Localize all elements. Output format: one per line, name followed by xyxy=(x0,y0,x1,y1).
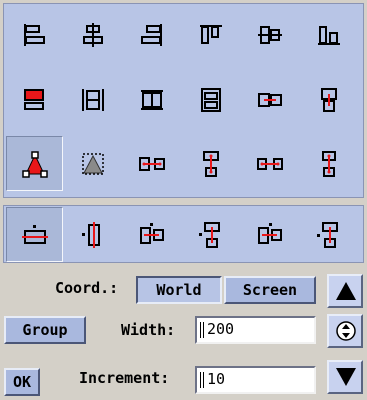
link-horizontal-cell[interactable] xyxy=(242,136,299,191)
align-right-cell[interactable] xyxy=(124,7,181,62)
width-field[interactable]: 200 xyxy=(195,316,316,344)
increment-field[interactable]: 10 xyxy=(195,366,316,394)
increment-up-button[interactable] xyxy=(327,274,363,308)
distribute-box-icon xyxy=(201,88,221,112)
distribute-horizontal-cell[interactable] xyxy=(65,72,122,127)
link-horizontal-red-icon xyxy=(257,158,283,170)
center-vertical-connector-cell[interactable] xyxy=(301,72,358,127)
triangle-selected-cell[interactable] xyxy=(6,136,63,191)
equal-horizontal-spacing-cell[interactable] xyxy=(124,136,181,191)
distribute-vertical-icon xyxy=(141,90,163,110)
triangle-up-icon xyxy=(336,282,356,300)
triangle-red-selected-icon xyxy=(22,151,48,178)
increment-down-button[interactable] xyxy=(327,360,363,394)
offset-box-vertical-icon xyxy=(317,222,338,248)
vertical-center-constraint-cell[interactable] xyxy=(65,207,122,262)
distribute-horizontal-icon xyxy=(82,89,104,111)
offset-box-horizontal-icon xyxy=(258,223,282,244)
align-left-cell[interactable] xyxy=(6,7,63,62)
center-vertical-connector-icon xyxy=(321,88,337,112)
triangle-gray-cell[interactable] xyxy=(65,136,122,191)
align-bottom-cell[interactable] xyxy=(301,7,358,62)
triangle-down-icon xyxy=(336,368,356,386)
link-vertical-cell[interactable] xyxy=(301,136,358,191)
increment-value: 10 xyxy=(207,370,226,388)
align-left-icon xyxy=(24,24,45,46)
alignment-icon-grid xyxy=(3,3,364,198)
world-button[interactable]: World xyxy=(136,276,222,304)
offset-box-horizontal-cell[interactable] xyxy=(242,207,299,262)
align-center-vertical-cell[interactable] xyxy=(242,7,299,62)
constraint-icon-row xyxy=(3,205,364,263)
offset-horizontal-constraint-icon xyxy=(140,223,164,244)
spin-updown-icon xyxy=(336,321,356,341)
vertical-center-constraint-icon xyxy=(82,222,100,248)
link-vertical-red-icon xyxy=(322,151,336,177)
horizontal-center-constraint-icon xyxy=(22,225,48,244)
align-top-cell[interactable] xyxy=(183,7,240,62)
center-horizontal-connector-icon xyxy=(258,93,282,107)
distribute-box-cell[interactable] xyxy=(183,72,240,127)
spin-button[interactable] xyxy=(327,314,363,348)
align-right-icon xyxy=(141,24,162,46)
align-center-vertical-icon xyxy=(258,26,282,44)
ok-button[interactable]: OK xyxy=(4,368,40,396)
align-bottom-icon xyxy=(318,26,340,45)
offset-vertical-constraint-cell[interactable] xyxy=(183,207,240,262)
equal-vertical-spacing-cell[interactable] xyxy=(183,136,240,191)
align-center-horizontal-icon xyxy=(83,23,103,47)
triangle-gray-icon xyxy=(82,153,104,175)
align-top-icon xyxy=(200,25,222,44)
equal-vertical-spacing-icon xyxy=(203,151,219,177)
text-caret xyxy=(200,372,204,388)
offset-vertical-constraint-icon xyxy=(199,222,220,248)
same-height-red-icon xyxy=(24,89,44,110)
alignment-panel: Coord.: World Screen Group Width: 200 OK… xyxy=(0,0,367,400)
center-horizontal-connector-cell[interactable] xyxy=(242,72,299,127)
width-label: Width: xyxy=(121,321,176,339)
offset-box-vertical-cell[interactable] xyxy=(301,207,358,262)
text-caret xyxy=(200,322,204,338)
distribute-vertical-cell[interactable] xyxy=(124,72,181,127)
group-button[interactable]: Group xyxy=(4,316,86,344)
equal-horizontal-spacing-icon xyxy=(139,157,165,171)
offset-horizontal-constraint-cell[interactable] xyxy=(124,207,181,262)
align-center-horizontal-cell[interactable] xyxy=(65,7,122,62)
horizontal-center-constraint-cell[interactable] xyxy=(6,207,63,262)
width-value: 200 xyxy=(207,320,235,338)
coord-label: Coord.: xyxy=(55,279,119,297)
screen-button[interactable]: Screen xyxy=(224,276,316,304)
same-height-cell[interactable] xyxy=(6,72,63,127)
increment-label: Increment: xyxy=(79,369,170,387)
